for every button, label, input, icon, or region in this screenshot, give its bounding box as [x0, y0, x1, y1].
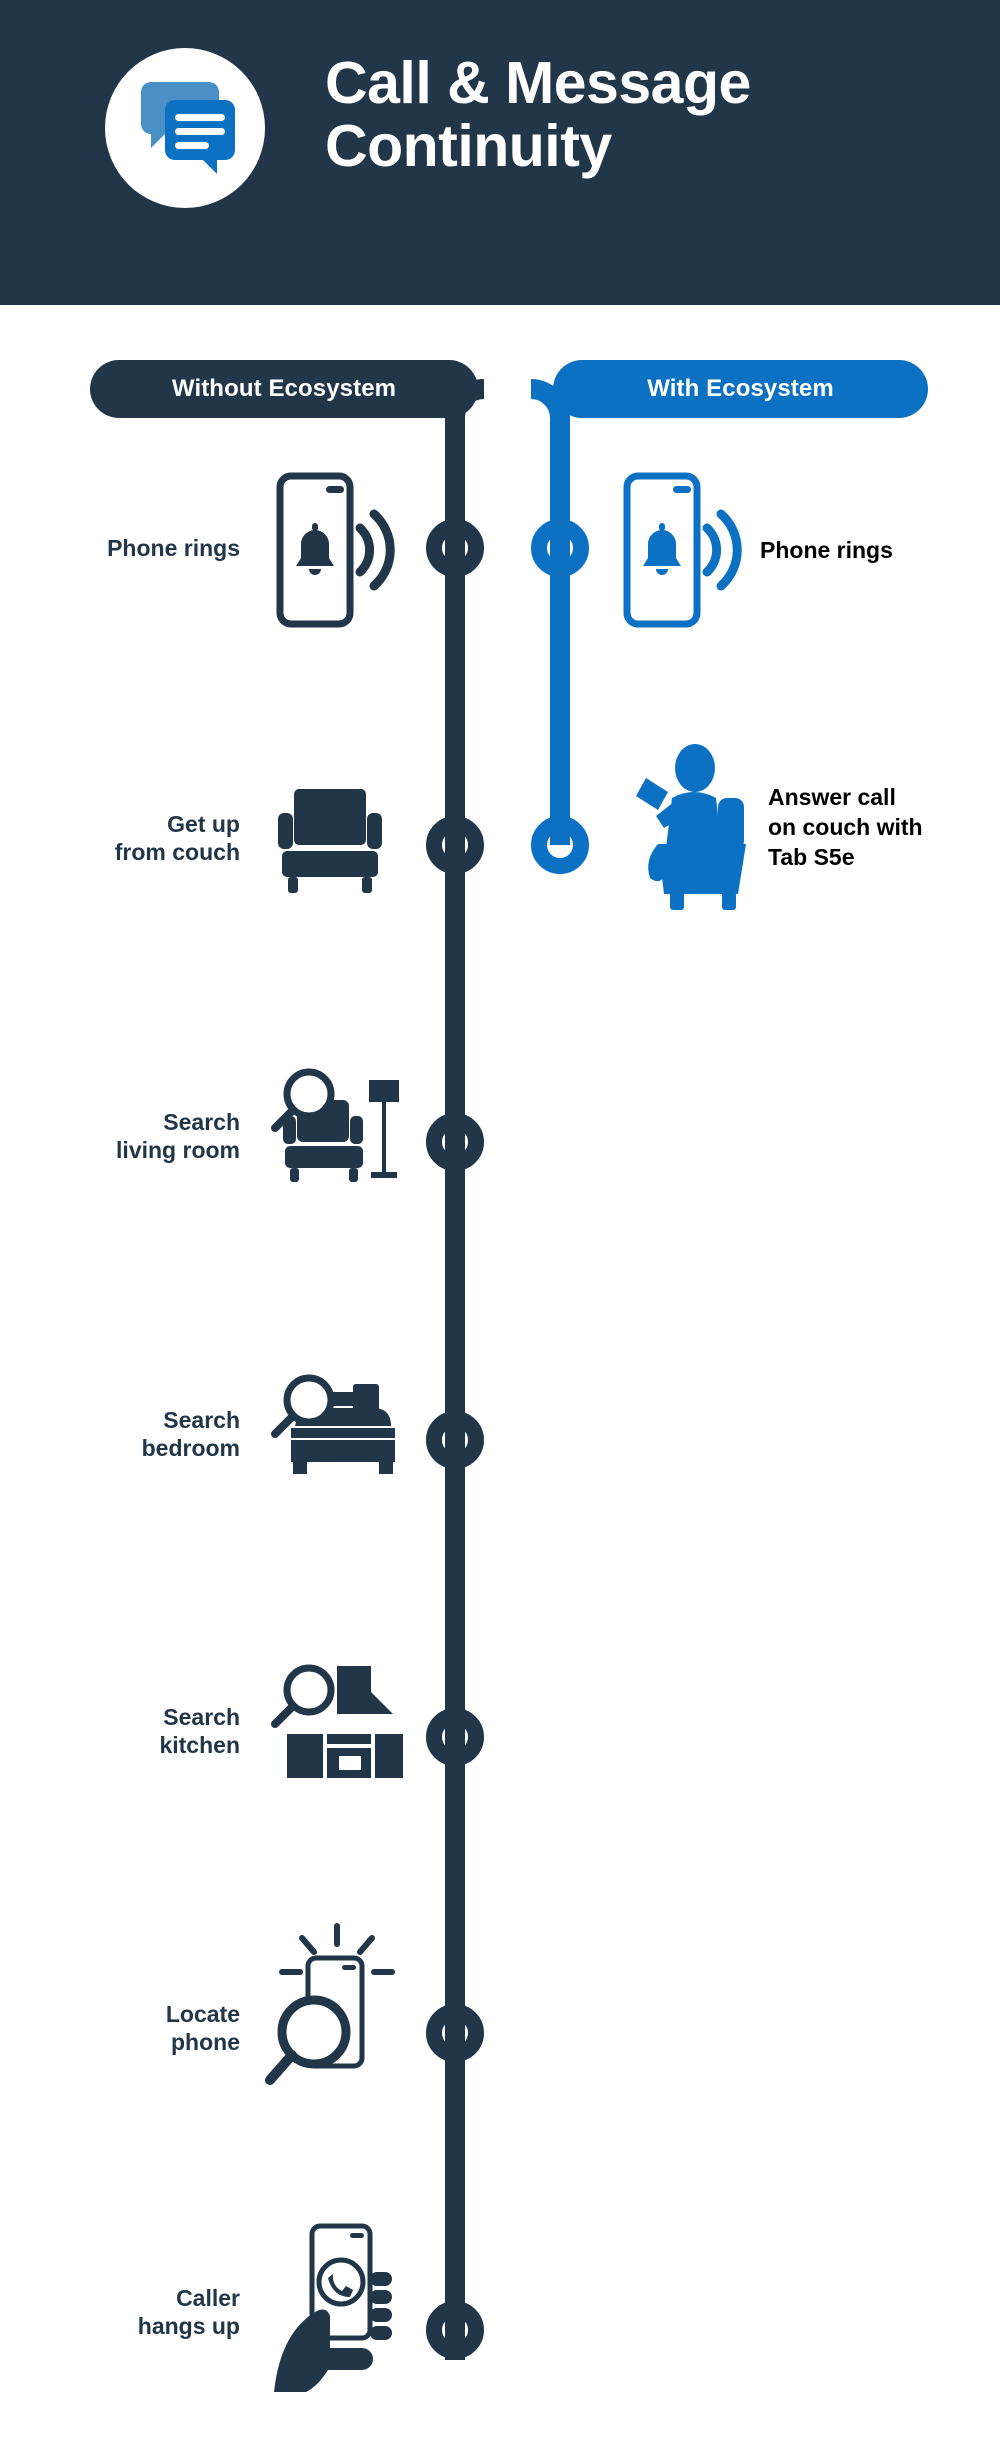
- left-step-4-label: Search bedroom: [60, 1406, 240, 1462]
- left-step-2-label: Get up from couch: [60, 810, 240, 866]
- left-step-4-label-line1: Search: [163, 1407, 240, 1433]
- left-step-3-label: Search living room: [60, 1108, 240, 1164]
- left-step-1-label-line1: Phone rings: [107, 535, 240, 561]
- phone-ringing-bell-icon: [276, 472, 395, 628]
- right-step-2-label: Answer call on couch with Tab S5e: [768, 782, 998, 872]
- right-step-2-label-line1: Answer call: [768, 784, 896, 810]
- hand-holding-phone-icon: [274, 2223, 392, 2392]
- right-step-2-label-line3: Tab S5e: [768, 844, 855, 870]
- left-step-7-label-line1: Caller: [176, 2285, 240, 2311]
- couch-icon: [278, 789, 382, 893]
- column-header-with-ecosystem: With Ecosystem: [553, 360, 928, 418]
- right-step-1-label-line1: Phone rings: [760, 537, 893, 563]
- left-step-6-label-line2: phone: [171, 2029, 240, 2055]
- left-step-2-label-line1: Get up: [167, 811, 240, 837]
- column-header-without-ecosystem-label: Without Ecosystem: [171, 375, 397, 402]
- left-step-3-label-line2: living room: [116, 1137, 240, 1163]
- left-step-6-label-line1: Locate: [165, 2001, 240, 2027]
- left-step-5-label-line2: kitchen: [159, 1732, 240, 1758]
- left-step-5-label: Search kitchen: [60, 1703, 240, 1759]
- search-living-room-icon: [271, 1068, 399, 1182]
- column-header-without-ecosystem: Without Ecosystem: [90, 360, 478, 418]
- right-step-1-label: Phone rings: [760, 535, 990, 565]
- search-kitchen-icon: [271, 1664, 403, 1778]
- left-rail-line: [445, 379, 485, 2360]
- left-step-2-label-line2: from couch: [114, 839, 240, 865]
- left-step-6-label: Locate phone: [60, 2000, 240, 2056]
- person-on-couch-tablet-icon: [636, 744, 746, 910]
- left-step-3-label-line1: Search: [163, 1109, 240, 1135]
- left-step-7-label: Caller hangs up: [60, 2284, 240, 2340]
- locate-phone-magnifier-icon: [265, 1923, 395, 2085]
- left-step-4-label-line2: bedroom: [141, 1435, 240, 1461]
- right-step-2-label-line2: on couch with: [768, 814, 923, 840]
- phone-ringing-bell-blue-icon: [623, 472, 742, 628]
- right-rail-line: [530, 379, 570, 845]
- search-bedroom-icon: [271, 1374, 395, 1474]
- column-header-with-ecosystem-label: With Ecosystem: [647, 375, 834, 402]
- left-step-7-label-line2: hangs up: [137, 2313, 240, 2339]
- left-step-1-label: Phone rings: [60, 534, 240, 562]
- left-step-5-label-line1: Search: [163, 1704, 240, 1730]
